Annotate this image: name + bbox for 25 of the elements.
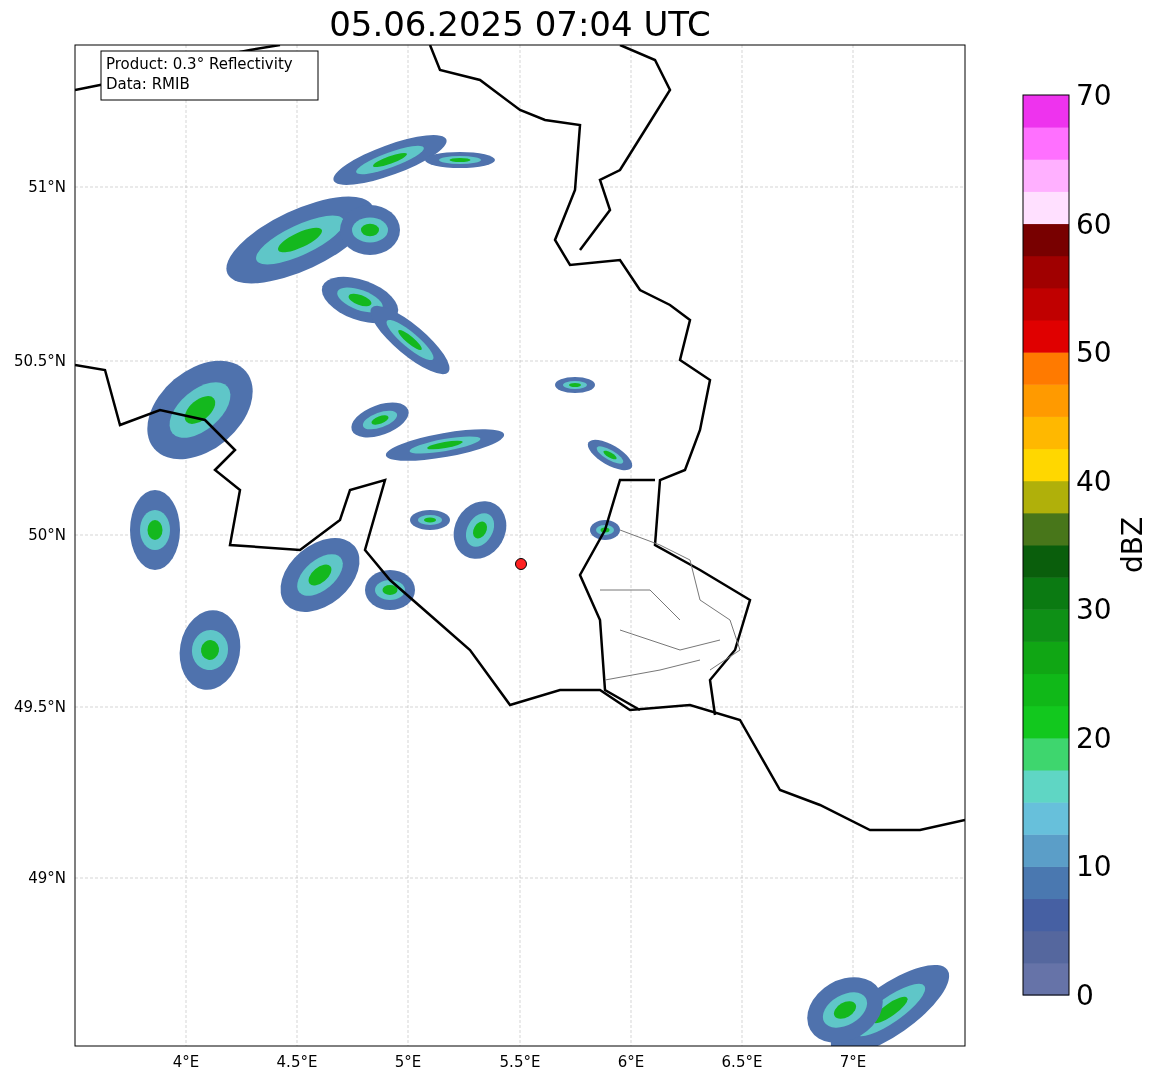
info-text: Product: 0.3° Reflectivity <box>106 55 293 73</box>
latitude-label: 50°N <box>28 526 66 544</box>
longitude-label: 5°E <box>394 1053 422 1071</box>
colorbar-tick-label: 30 <box>1076 593 1112 627</box>
chart-title: 05.06.2025 07:04 UTC <box>329 4 711 44</box>
longitude-label: 6.5°E <box>721 1053 763 1071</box>
longitude-label: 4.5°E <box>276 1053 318 1071</box>
latitude-label: 51°N <box>28 178 66 196</box>
longitude-label: 4°E <box>172 1053 200 1071</box>
info-text: Data: RMIB <box>106 75 190 93</box>
colorbar-tick-label: 40 <box>1076 464 1112 498</box>
colorbar-tick-label: 70 <box>1076 79 1112 112</box>
longitude-label: 6°E <box>617 1053 645 1071</box>
longitude-label: 5.5°E <box>499 1053 541 1071</box>
longitude-label: 7°E <box>839 1053 867 1071</box>
colorbar-tick-label: 0 <box>1076 979 1094 1012</box>
latitude-label: 49°N <box>28 869 66 887</box>
latitude-label: 50.5°N <box>13 352 66 370</box>
colorbar-tick-label: 10 <box>1076 850 1112 884</box>
latitude-label: 49.5°N <box>13 698 66 716</box>
colorbar-label: dBZ <box>1116 516 1149 574</box>
colorbar-tick-label: 50 <box>1076 336 1112 370</box>
colorbar-tick-label: 60 <box>1076 207 1112 241</box>
radar-station-marker <box>515 558 527 570</box>
colorbar-tick-label: 20 <box>1076 721 1112 755</box>
